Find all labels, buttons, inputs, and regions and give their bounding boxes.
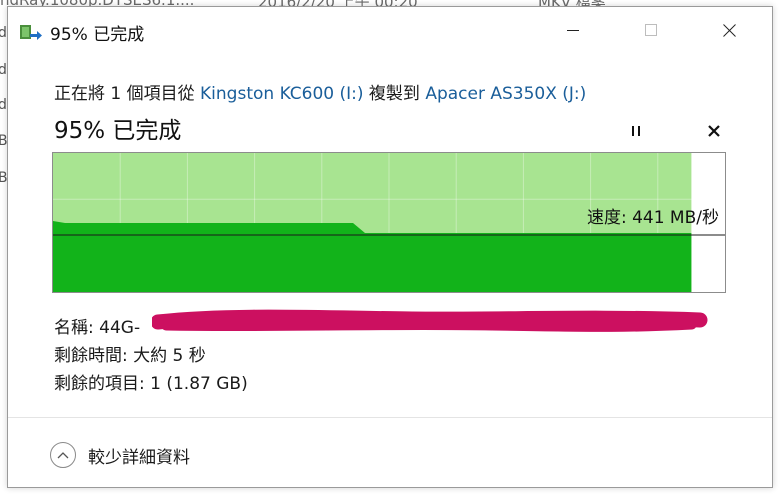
file-name-value: 44G- [99,318,141,338]
fewer-details-toggle[interactable]: 較少詳細資料 [50,440,190,470]
file-copy-icon [19,23,43,43]
speed-label: 速度: 441 MB/秒 [586,208,719,228]
time-remaining-row: 剩餘時間: 大約 5 秒 [54,341,206,366]
copy-description: 正在將 1 個項目從 Kingston KC600 (I:) 複製到 Apace… [54,79,586,104]
copy-progress-dialog: 95% 已完成 正在將 1 個項目從 Kingston KC600 (I:) 複… [7,6,773,488]
destination-drive-link[interactable]: Apacer AS350X (J:) [425,84,586,104]
time-remaining-label: 剩餘時間: [54,346,134,366]
file-name-label: 名稱: [54,318,100,338]
window-title: 95% 已完成 [50,25,145,45]
copy-middle: 複製到 [363,84,426,104]
background-glyph: d [0,25,7,41]
pause-button[interactable] [620,115,652,147]
items-remaining-row: 剩餘的項目: 1 (1.87 GB) [54,369,248,394]
footer-divider [8,417,772,418]
background-glyph: d [0,62,7,78]
items-remaining-value: 1 (1.87 GB) [150,374,248,394]
fewer-details-label: 較少詳細資料 [88,447,190,468]
copy-prefix: 正在將 1 個項目從 [54,84,201,104]
close-window-button[interactable] [706,7,752,53]
source-drive-link[interactable]: Kingston KC600 (I:) [200,84,363,104]
file-name-row: 名稱: 44G- [54,313,140,338]
pause-icon [632,126,640,136]
chevron-up-icon [57,452,69,459]
title-bar[interactable]: 95% 已完成 [8,7,772,53]
progress-percent-title: 95% 已完成 [54,118,182,144]
time-remaining-value: 大約 5 秒 [133,346,206,366]
close-icon [722,23,736,37]
maximize-button[interactable] [628,7,674,53]
maximize-icon [645,24,657,36]
cancel-icon [708,125,720,137]
cancel-copy-button[interactable] [698,115,730,147]
collapse-chevron-button[interactable] [50,442,76,468]
minimize-icon [567,30,579,31]
minimize-button[interactable] [550,7,596,53]
transfer-speed-graph: 速度: 441 MB/秒 [52,152,726,293]
redaction-scribble [152,309,708,332]
background-glyph: d [0,97,7,113]
items-remaining-label: 剩餘的項目: [54,374,151,394]
